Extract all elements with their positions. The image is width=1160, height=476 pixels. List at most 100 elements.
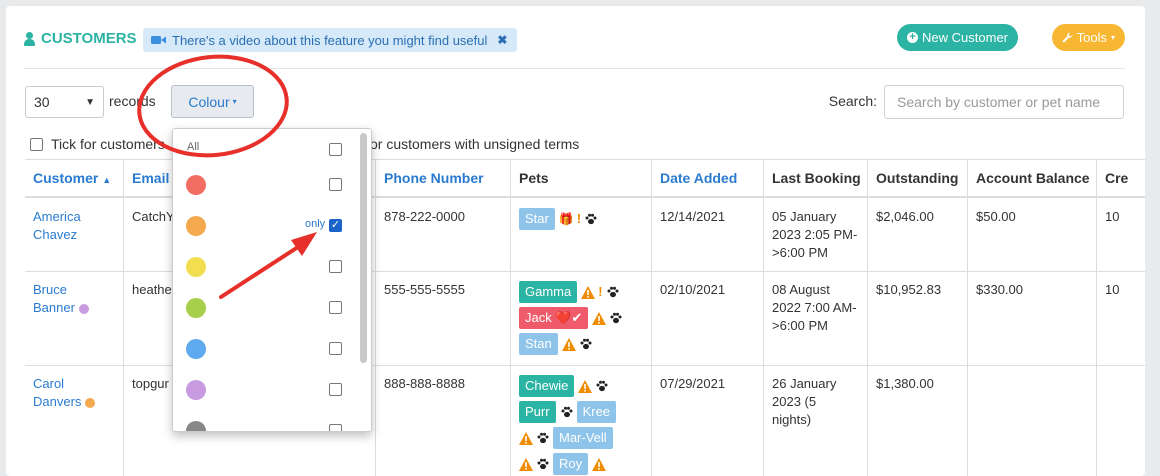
phone-cell: 888-888-8888 xyxy=(376,365,511,476)
new-customer-button[interactable]: + New Customer xyxy=(897,24,1018,51)
pet-tag[interactable]: Roy xyxy=(553,453,589,475)
credit-cell xyxy=(1097,365,1145,476)
page-title-text: CUSTOMERS xyxy=(41,30,137,47)
records-value: 30 xyxy=(34,94,50,110)
paw-icon xyxy=(596,380,608,392)
caret-down-icon: ▾ xyxy=(232,97,237,106)
warning-icon xyxy=(581,285,596,299)
colour-dot xyxy=(78,303,89,314)
video-camera-icon xyxy=(151,36,166,44)
dropdown-scrollbar[interactable] xyxy=(360,133,367,363)
colour-checkbox-checked[interactable]: ✓ xyxy=(329,219,342,232)
sort-asc-icon: ▲ xyxy=(102,175,112,185)
unsigned-terms-label: or customers with unsigned terms xyxy=(370,136,580,152)
paw-icon xyxy=(537,458,549,470)
red-swatch xyxy=(186,175,206,195)
chevron-down-icon: ▼ xyxy=(85,96,95,108)
colour-checkbox[interactable] xyxy=(329,383,342,396)
customer-last-name: Danvers xyxy=(33,394,82,409)
outstanding-cell: $2,046.00 xyxy=(868,198,968,271)
paw-icon xyxy=(585,213,597,225)
warning-icon xyxy=(519,431,533,445)
colour-checkbox[interactable] xyxy=(329,301,342,314)
phone-cell: 555-555-5555 xyxy=(376,271,511,365)
unsigned-filter[interactable]: Tick for customers xyxy=(30,136,165,152)
video-banner[interactable]: There's a video about this feature you m… xyxy=(143,28,518,52)
pet-tag[interactable]: Gamma xyxy=(519,281,578,303)
credit-cell: 10 xyxy=(1097,271,1145,365)
colour-option-yellow[interactable] xyxy=(173,246,343,287)
outstanding-cell: $1,380.00 xyxy=(868,365,968,476)
video-banner-text: There's a video about this feature you m… xyxy=(172,32,488,48)
customer-cell[interactable]: America Chavez xyxy=(25,198,124,271)
search-placeholder: Search by customer or pet name xyxy=(897,94,1101,110)
colour-label: Colour xyxy=(188,93,230,110)
colour-dot xyxy=(85,397,96,408)
all-label: All xyxy=(187,141,200,153)
colour-dropdown-menu[interactable]: All only ✓ xyxy=(172,128,372,432)
pets-cell: Star 🎁! xyxy=(511,198,652,271)
colour-checkbox[interactable] xyxy=(329,178,342,191)
colour-checkbox[interactable] xyxy=(329,260,342,273)
pet-tag[interactable]: Purr xyxy=(519,401,556,423)
colour-option-blue[interactable] xyxy=(173,328,343,369)
customer-last-name: Banner xyxy=(33,300,75,315)
warning-icon xyxy=(578,379,593,393)
customer-last-name: Chavez xyxy=(33,227,78,242)
balance-cell: $50.00 xyxy=(968,198,1097,271)
paw-icon xyxy=(580,338,592,350)
colour-option-green[interactable] xyxy=(173,287,343,328)
colour-option-purple[interactable] xyxy=(173,369,343,410)
colour-filter-button[interactable]: Colour ▾ xyxy=(171,85,254,118)
close-banner-icon[interactable]: ✖ xyxy=(497,33,507,47)
customer-cell[interactable]: Carol Danvers xyxy=(25,365,124,476)
only-link[interactable]: only xyxy=(305,218,325,230)
col-phone[interactable]: Phone Number xyxy=(376,160,511,196)
warning-icon xyxy=(561,337,576,351)
plus-icon: + xyxy=(907,32,919,43)
orange-swatch xyxy=(186,216,206,236)
col-date-added[interactable]: Date Added xyxy=(652,160,764,196)
col-credit: Cre xyxy=(1097,160,1145,196)
pet-tag[interactable]: Kree xyxy=(576,401,617,423)
colour-option-red[interactable] xyxy=(173,164,343,205)
last-booking-cell: 08 August 2022 7:00 AM- >6:00 PM xyxy=(764,271,868,365)
page-header: CUSTOMERS There's a video about this fea… xyxy=(24,24,1125,69)
last-booking-cell: 26 January 2023 (5 nights) xyxy=(764,365,868,476)
pet-tag[interactable]: Stan xyxy=(519,333,558,355)
colour-option-grey[interactable] xyxy=(173,410,343,431)
customer-cell[interactable]: Bruce Banner xyxy=(25,271,124,365)
pet-tag[interactable]: Star xyxy=(519,208,555,230)
paw-icon xyxy=(561,406,573,418)
new-customer-label: New Customer xyxy=(922,30,1008,45)
pets-cell: Gamma! Jack ❤️✔ Stan xyxy=(511,271,652,365)
colour-checkbox[interactable] xyxy=(329,342,342,355)
records-per-page-select[interactable]: 30 ▼ xyxy=(25,86,104,118)
date-added-cell: 02/10/2021 xyxy=(652,271,764,365)
colour-all-checkbox[interactable] xyxy=(329,143,342,156)
outstanding-cell: $10,952.83 xyxy=(868,271,968,365)
search-input[interactable]: Search by customer or pet name xyxy=(884,85,1124,119)
pets-cell: Chewie Purr Kree Mar-Vell Roy xyxy=(511,365,652,476)
exclamation-icon: ! xyxy=(576,211,582,226)
customer-first-name: Carol xyxy=(33,376,65,391)
tools-label: Tools xyxy=(1076,30,1107,45)
unsigned-label: Tick for customers xyxy=(51,136,165,152)
unsigned-checkbox[interactable] xyxy=(30,137,43,151)
tools-button[interactable]: Tools ▾ xyxy=(1051,24,1125,51)
phone-cell: 878-222-0000 xyxy=(376,198,511,271)
blue-swatch xyxy=(186,339,206,359)
pet-tag[interactable]: Jack ❤️✔ xyxy=(519,307,589,329)
paw-icon xyxy=(537,432,549,444)
col-customer[interactable]: Customer ▲ xyxy=(25,160,124,196)
colour-option-orange[interactable]: only ✓ xyxy=(173,205,343,246)
gift-icon: 🎁 xyxy=(558,212,574,226)
balance-cell: $330.00 xyxy=(968,271,1097,365)
pet-tag[interactable]: Chewie xyxy=(519,375,575,397)
pet-tag[interactable]: Mar-Vell xyxy=(553,427,613,449)
colour-checkbox[interactable] xyxy=(329,424,342,431)
balance-cell xyxy=(968,365,1097,476)
customer-first-name: Bruce xyxy=(33,282,67,297)
user-icon xyxy=(24,31,36,46)
last-booking-cell: 05 January 2023 2:05 PM- >6:00 PM xyxy=(764,198,868,271)
